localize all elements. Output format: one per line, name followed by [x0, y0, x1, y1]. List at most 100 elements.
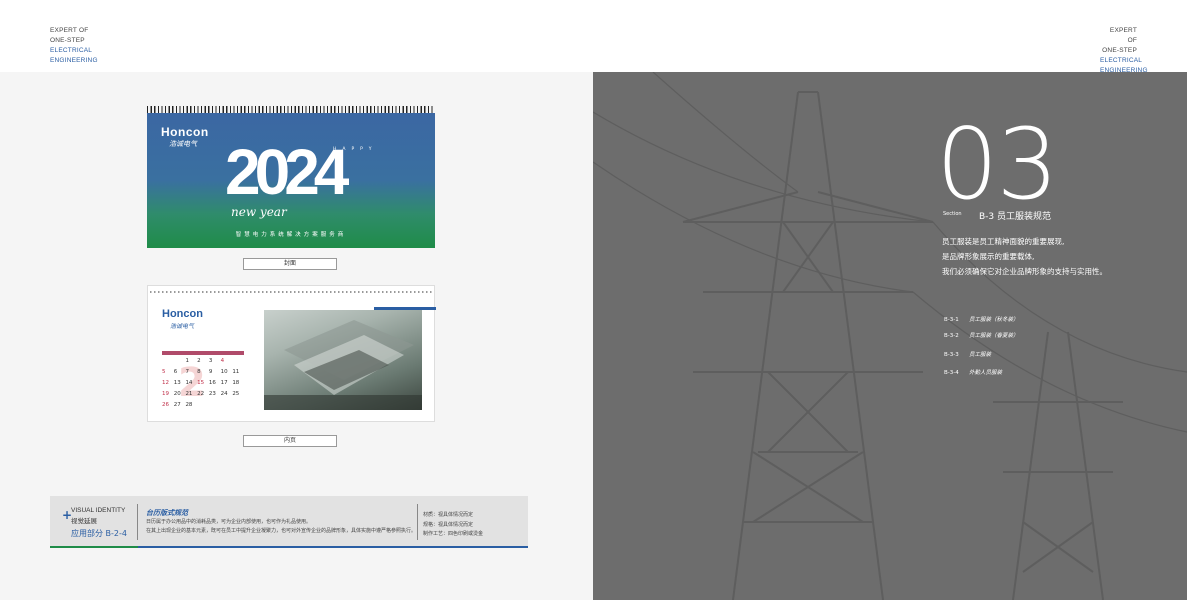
vi-label-en: VISUAL IDENTITY	[71, 507, 126, 514]
calendar-day	[174, 358, 186, 369]
intro-line: 是品牌形象展示的重要载体,	[942, 252, 1035, 261]
calendar-day	[232, 358, 244, 369]
vi-label-cn: 视觉延展	[71, 517, 97, 525]
cover-tagline: 智慧电力系统解决方案服务商	[235, 232, 347, 238]
calendar-day: 15	[197, 380, 205, 386]
toc-item: B-3-4 外勤人员服装	[944, 368, 1002, 376]
calendar-day: 8	[197, 369, 201, 375]
spec-list: 材质：视具体情况而定 规格：视具体情况而定 制作工艺：四色印刷或烫金	[423, 511, 483, 540]
calendar-day: 27	[173, 402, 181, 408]
calendar-day: 4	[220, 358, 225, 364]
spec-description-line: 在其上出现企业的基本元素，既可在员工中提升企业凝聚力，也可对外宣传企业的品牌形象…	[146, 528, 417, 534]
calendar-day: 16	[208, 380, 216, 386]
new-year-text: new year	[231, 205, 287, 219]
spec-info-box: + VISUAL IDENTITY 视觉延展 应用部分 B-2-4 台历版式规范…	[50, 496, 528, 548]
toc-code: B-3-1	[944, 317, 959, 323]
spec-description-line: 日历属于办公用品中的消耗品类，可为企业内部使用，也可作为礼品使用。	[146, 519, 312, 525]
calendar-day	[162, 358, 174, 369]
header-right-text: EXPERT OF ONE-STEP ELECTRICAL ENGINEERIN…	[1100, 26, 1148, 76]
spec-process: 制作工艺：四色印刷或烫金	[423, 531, 484, 537]
spiral-holes	[150, 291, 432, 293]
calendar-day: 24	[220, 391, 228, 397]
header-left-line: ELECTRICAL	[50, 47, 93, 54]
calendar-day: 1	[185, 358, 189, 364]
calendar-grid: 1 2 3 4 5 6 7 8 9 10 11 12 13 14 15 16 1…	[162, 351, 244, 413]
calendar-day: 17	[220, 380, 228, 386]
toc-name: 员工服装	[969, 352, 992, 358]
toc-name: 员工服装（秋冬装）	[969, 317, 1019, 323]
calendar-day: 6	[173, 369, 178, 375]
calendar-day: 7	[185, 369, 189, 375]
toc-code: B-3-4	[944, 370, 959, 376]
calendar-day: 9	[208, 369, 213, 375]
header-left-line: EXPERT OF	[50, 27, 89, 34]
toc-code: B-3-3	[944, 352, 959, 358]
toc-item: B-3-3 员工服装	[944, 350, 991, 358]
calendar-cover: Honcon 浩诚电气 2024 HAPPY new year 智慧电力系统解决…	[147, 113, 435, 248]
section-cover-page	[593, 72, 1187, 600]
toc-code: B-3-2	[944, 333, 959, 339]
spec-material: 材质：视具体情况而定	[423, 512, 474, 518]
header-left-line: ENGINEERING	[50, 57, 98, 64]
calendar-day: 11	[232, 369, 240, 375]
calendar-row: 12 13 14 15 16 17 18	[162, 380, 244, 391]
header-left-text: EXPERT OF ONE-STEP ELECTRICAL ENGINEERIN…	[50, 26, 98, 66]
calendar-row: 26 27 28	[162, 402, 244, 413]
toc-item: B-3-1 员工服装（秋冬装）	[944, 315, 1019, 323]
calendar-day: 21	[185, 391, 193, 397]
calendar-row: 5 6 7 8 9 10 11	[162, 369, 244, 380]
section-title: B-3 员工服装规范	[979, 212, 1052, 222]
calendar-day: 20	[173, 391, 181, 397]
calendar-day: 5	[162, 369, 166, 375]
calendar-day	[221, 402, 233, 413]
brand-logo: Honcon	[162, 308, 203, 320]
calendar-day: 19	[162, 391, 169, 397]
section-intro: 员工服装是员工精神面貌的重要展现, 是品牌形象展示的重要载体, 我们必须确保它对…	[942, 234, 1107, 279]
divider	[137, 504, 138, 540]
calendar-day: 28	[185, 402, 193, 408]
inner-caption: 内页	[243, 435, 337, 447]
calendar-day: 10	[220, 369, 228, 375]
calendar-day: 12	[162, 380, 169, 386]
calendar-row: 1 2 3 4	[162, 358, 244, 369]
spec-title: 台历版式规范	[146, 509, 188, 517]
calendar-day: 22	[197, 391, 205, 397]
calendar-day	[232, 402, 244, 413]
spec-description: 日历属于办公用品中的消耗品类，可为企业内部使用，也可作为礼品使用。 在其上出现企…	[146, 518, 416, 536]
calendar-day: 18	[232, 380, 240, 386]
cover-caption: 封面	[243, 258, 337, 270]
accent-bar-green	[50, 546, 138, 548]
header-left-line: ONE-STEP	[50, 37, 85, 44]
accent-bar-blue	[138, 546, 528, 548]
building-aerial-photo	[264, 310, 422, 410]
calendar-row: 19 20 21 22 23 24 25	[162, 391, 244, 402]
calendar-day: 2	[197, 358, 201, 364]
section-label: Section	[943, 211, 962, 217]
calendar-day: 14	[185, 380, 193, 386]
toc-name: 员工服装（春夏装）	[969, 333, 1019, 339]
spec-size: 规格：视具体情况而定	[423, 521, 474, 528]
calendar-day: 13	[173, 380, 181, 386]
intro-line: 我们必须确保它对企业品牌形象的支持与实用性。	[942, 267, 1107, 276]
brand-logo-cn: 浩诚电气	[169, 140, 197, 148]
calendar-day: 3	[208, 358, 213, 364]
toc-name: 外勤人员服装	[969, 370, 1003, 376]
year-text: 2024	[225, 136, 349, 208]
weekday-header	[162, 351, 244, 355]
calendar-day: 26	[162, 402, 169, 408]
calendar-day	[209, 402, 221, 413]
toc-item: B-3-2 员工服装（春夏装）	[944, 331, 1019, 339]
header-right-line: ELECTRICAL	[1100, 57, 1143, 64]
calendar-day: 25	[232, 391, 240, 397]
brand-logo: Honcon	[161, 125, 209, 139]
building-illustration	[264, 320, 422, 410]
application-section-label: 应用部分 B-2-4	[71, 529, 127, 538]
happy-text: HAPPY	[333, 147, 378, 152]
header-right-line: ONE-STEP	[1102, 47, 1137, 54]
power-tower-illustration	[593, 72, 1187, 600]
intro-line: 员工服装是员工精神面貌的重要展现,	[942, 237, 1065, 246]
brand-logo-cn: 浩诚电气	[170, 323, 195, 330]
top-bar: EXPERT OF ONE-STEP ELECTRICAL ENGINEERIN…	[0, 0, 1187, 74]
section-number: 03	[936, 108, 1059, 222]
calendar-day	[197, 402, 209, 413]
